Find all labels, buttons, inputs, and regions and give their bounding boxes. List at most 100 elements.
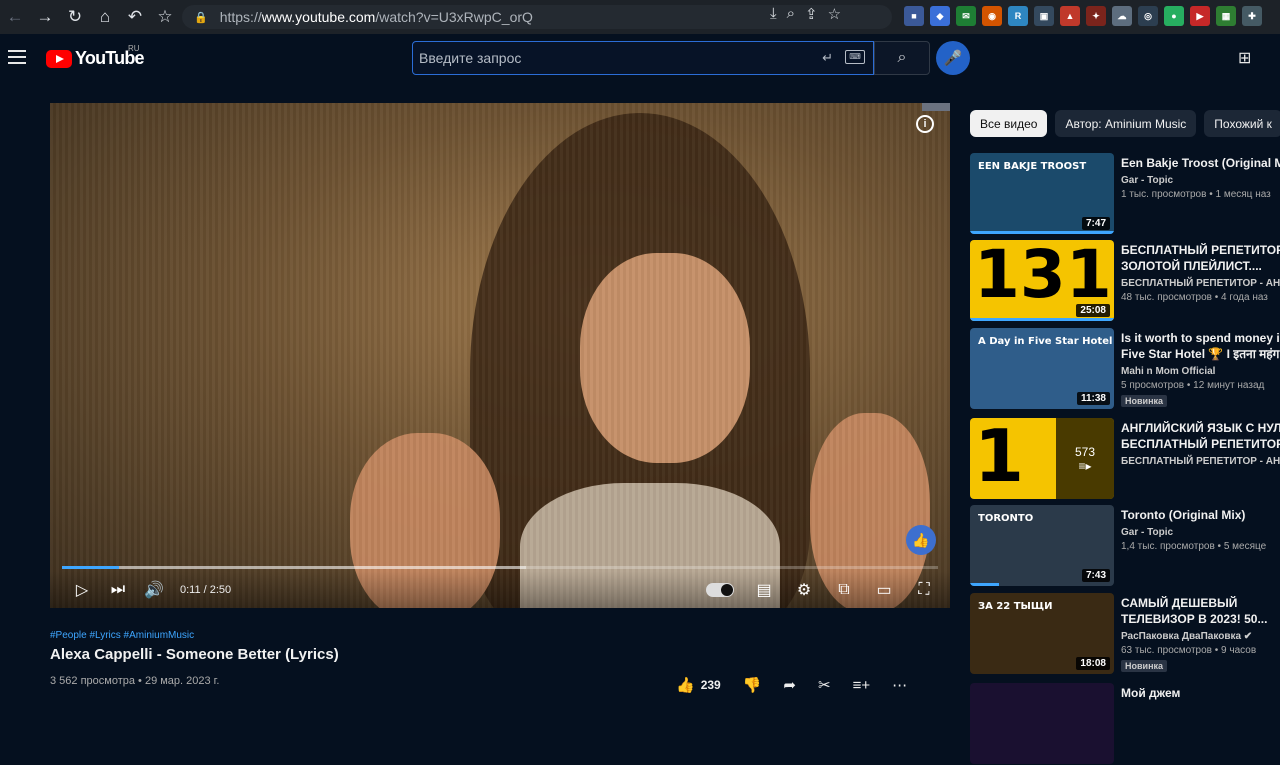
extension-icon[interactable]: ▦ <box>1216 6 1236 26</box>
video-duration: 7:47 <box>1081 217 1110 230</box>
video-info: Is it worth to spend money in Five Star H… <box>1121 330 1280 409</box>
video-thumbnail[interactable]: A Day in Five Star Hotel 11:38 <box>970 328 1114 409</box>
star-icon[interactable]: ☆ <box>828 5 841 23</box>
extension-icon[interactable]: R <box>1008 6 1028 26</box>
video-thumbnail[interactable]: TORONTO 7:43 <box>970 505 1114 586</box>
mail-extension-icon[interactable]: ✉ <box>956 6 976 26</box>
playlist-count: 573 <box>1074 444 1096 459</box>
next-icon[interactable]: ⏭ <box>100 572 136 608</box>
undo-icon[interactable]: ↶ <box>120 0 150 34</box>
ad-indicator <box>922 103 950 111</box>
play-icon[interactable]: ▷ <box>64 572 100 608</box>
video-title-line: Een Bakje Troost (Original Mix) <box>1121 156 1280 170</box>
video-title: Alexa Cappelli - Someone Better (Lyrics) <box>50 646 339 663</box>
channel-name: РасПаковка ДваПаковка ✔ <box>1121 631 1253 642</box>
video-thumbnail[interactable]: 131 25:08 <box>970 240 1114 321</box>
forward-icon[interactable]: → <box>30 0 60 34</box>
video-thumbnail[interactable]: ЗА 22 ТЫЩИ 18:08 <box>970 593 1114 674</box>
weather-extension-icon[interactable]: ☁ <box>1112 6 1132 26</box>
channel-name: Mahi n Mom Official <box>1121 366 1216 377</box>
recommended-video[interactable]: 1 573 ≡▸ АНГЛИЙСКИЙ ЯЗЫК С НУЛЯ БЕСПЛАТНЫЙ Р… <box>970 418 1280 500</box>
new-badge: Новинка <box>1121 395 1168 407</box>
video-player[interactable]: i 👍 ▷ ⏭ 🔊 0:11 / 2:50 ▤ ⚙ ⧉ ▭ ⛶ <box>50 103 950 608</box>
extension-icon[interactable]: ▣ <box>1034 6 1054 26</box>
fullscreen-icon[interactable]: ⛶ <box>906 572 942 608</box>
new-badge: Новинка <box>1121 660 1168 672</box>
video-title-line: АНГЛИЙСКИЙ ЯЗЫК С НУЛЯ <box>1121 421 1280 435</box>
settings-icon[interactable]: ⚙ <box>786 572 822 608</box>
channel-name: БЕСПЛАТНЫЙ РЕПЕТИТОР - АНГ <box>1121 278 1280 289</box>
search-button[interactable]: ⌕ <box>874 41 930 75</box>
zoom-icon[interactable]: ⌕ <box>787 5 795 23</box>
menu-icon[interactable] <box>8 50 26 64</box>
flag-extension-icon[interactable]: ■ <box>904 6 924 26</box>
video-stats: 63 тыс. просмотров • 9 часов <box>1121 645 1257 656</box>
video-title-line: САМЫЙ ДЕШЕВЫЙ <box>1121 596 1238 610</box>
volume-icon[interactable]: 🔊 <box>136 572 172 608</box>
recommended-video[interactable]: ЗА 22 ТЫЩИ 18:08 САМЫЙ ДЕШЕВЫЙ ТЕЛЕВИЗОР В … <box>970 593 1280 675</box>
video-stats: 5 просмотров • 12 минут назад <box>1121 380 1265 391</box>
recommended-video[interactable]: Мой джем <box>970 683 1280 765</box>
video-hashtags[interactable]: #People #Lyrics #AminiumMusic <box>50 630 194 641</box>
video-duration: 25:08 <box>1076 304 1110 317</box>
youtube-extension-icon[interactable]: ▶ <box>1190 6 1210 26</box>
extension-icon[interactable]: ✦ <box>1086 6 1106 26</box>
extension-icon[interactable]: ◎ <box>1138 6 1158 26</box>
theater-mode-icon[interactable]: ▭ <box>866 572 902 608</box>
share-icon[interactable]: ⇪ <box>805 5 818 23</box>
miniplayer-icon[interactable]: ⧉ <box>826 572 862 608</box>
share-button[interactable]: ➦ <box>783 672 796 698</box>
video-stats: 1 тыс. просмотров • 1 месяц наз <box>1121 189 1271 200</box>
youtube-logo[interactable]: YouTube RU <box>46 44 145 69</box>
watched-progress-bar <box>970 231 1114 234</box>
extension-icon[interactable]: ◉ <box>982 6 1002 26</box>
chip-author[interactable]: Автор: Aminium Music <box>1055 110 1197 137</box>
voice-search-button[interactable]: 🎤 <box>936 41 970 75</box>
extension-icon[interactable]: ◆ <box>930 6 950 26</box>
bookmark-star-icon[interactable]: ☆ <box>150 0 180 34</box>
thumbs-up-overlay-icon[interactable]: 👍 <box>906 525 936 555</box>
subtitles-icon[interactable]: ▤ <box>746 572 782 608</box>
puzzle-extension-icon[interactable]: ✚ <box>1242 6 1262 26</box>
video-thumbnail[interactable] <box>970 683 1114 764</box>
info-icon[interactable]: i <box>916 115 934 133</box>
dislike-button[interactable]: 👎 <box>743 672 762 698</box>
install-icon[interactable]: ⤓ <box>770 5 777 23</box>
clip-button[interactable]: ✂ <box>818 672 831 698</box>
country-code: RU <box>128 44 140 53</box>
recommended-video[interactable]: EEN BAKJE TROOST 7:47 Een Bakje Troost (Or… <box>970 153 1280 235</box>
url-prefix: https:// <box>219 9 262 25</box>
video-title-line: Toronto (Original Mix) <box>1121 508 1246 522</box>
recommended-video[interactable]: A Day in Five Star Hotel 11:38 Is it worth… <box>970 328 1280 410</box>
extension-icon[interactable]: ● <box>1164 6 1184 26</box>
search-input[interactable]: Введите запрос ↵ ⌨ <box>412 41 874 75</box>
video-thumbnail[interactable]: 1 573 ≡▸ <box>970 418 1114 499</box>
save-button[interactable]: ≡+ <box>853 672 871 698</box>
lock-icon: 🔒 <box>194 11 208 24</box>
more-button[interactable]: ⋯ <box>892 672 907 698</box>
chip-all-videos[interactable]: Все видео <box>970 110 1048 137</box>
video-title-line: БЕСПЛАТНЫЙ РЕПЕТИТОР. <box>1121 437 1280 451</box>
back-icon[interactable]: ← <box>0 0 30 34</box>
chip-related[interactable]: Похожий к <box>1204 110 1280 137</box>
youtube-play-icon <box>46 49 72 68</box>
address-bar-icons: ⤓ ⌕ ⇪ ☆ <box>770 5 841 23</box>
recommended-video[interactable]: TORONTO 7:43 Toronto (Original Mix) Gar - T… <box>970 505 1280 587</box>
recommended-video[interactable]: 131 25:08 БЕСПЛАТНЫЙ РЕПЕТИТОР. ЗОЛОТОЙ ПЛЕ… <box>970 240 1280 322</box>
like-button[interactable]: 👍 239 <box>676 672 721 698</box>
time-display: 0:11 / 2:50 <box>180 583 232 596</box>
video-info: Toronto (Original Mix) Gar - Topic 1,4 тыс… <box>1121 507 1280 552</box>
player-controls: ▷ ⏭ 🔊 0:11 / 2:50 ▤ ⚙ ⧉ ▭ ⛶ <box>50 571 950 608</box>
home-icon[interactable]: ⌂ <box>90 0 120 34</box>
channel-name: БЕСПЛАТНЫЙ РЕПЕТИТОР - АНГ <box>1121 456 1280 467</box>
keyboard-icon[interactable]: ⌨ <box>845 50 865 64</box>
url-path: /watch?v=U3xRwpC_orQ <box>375 9 533 25</box>
video-thumbnail[interactable]: EEN BAKJE TROOST 7:47 <box>970 153 1114 234</box>
create-video-icon[interactable]: ⊞ <box>1238 48 1258 68</box>
extension-icon[interactable]: ▲ <box>1060 6 1080 26</box>
autoplay-toggle[interactable] <box>706 582 734 597</box>
progress-bar[interactable] <box>62 566 938 569</box>
video-title-line: Is it worth to spend money in <box>1121 331 1280 345</box>
thumbs-up-icon: 👍 <box>676 677 695 694</box>
reload-icon[interactable]: ↻ <box>60 0 90 34</box>
